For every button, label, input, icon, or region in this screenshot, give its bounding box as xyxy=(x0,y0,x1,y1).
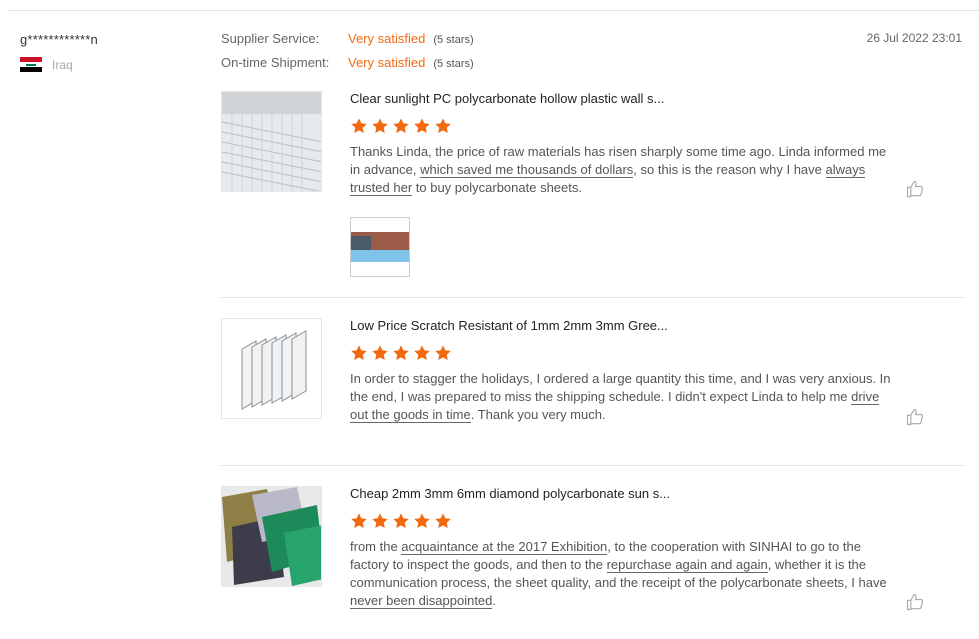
rating-value: Very satisfied xyxy=(348,55,426,70)
star-icon xyxy=(414,513,430,529)
star-icon xyxy=(393,345,409,361)
review-text-part: In order to stagger the holidays, I orde… xyxy=(350,371,891,404)
review-content: Low Price Scratch Resistant of 1mm 2mm 3… xyxy=(350,318,895,424)
ratings-summary: Supplier Service: Very satisfied (5 star… xyxy=(221,31,474,79)
thumbs-up-icon[interactable] xyxy=(905,179,925,199)
review-divider xyxy=(221,297,965,298)
star-icon xyxy=(351,513,367,529)
review-stars xyxy=(350,344,895,362)
rating-stars-text: (5 stars) xyxy=(433,34,474,46)
product-thumbnail[interactable] xyxy=(221,486,322,587)
country-name: Iraq xyxy=(52,57,73,72)
star-icon xyxy=(414,345,430,361)
rating-value: Very satisfied xyxy=(348,31,426,46)
rating-stars-text: (5 stars) xyxy=(433,58,474,70)
review-item: Cheap 2mm 3mm 6mm diamond polycarbonate … xyxy=(221,486,965,636)
review-text-part: from the xyxy=(350,539,402,554)
product-title-link[interactable]: Low Price Scratch Resistant of 1mm 2mm 3… xyxy=(350,318,895,338)
review-text: In order to stagger the holidays, I orde… xyxy=(350,370,895,424)
rating-row-on-time-shipment: On-time Shipment: Very satisfied (5 star… xyxy=(221,55,474,79)
review-text: Thanks Linda, the price of raw materials… xyxy=(350,143,895,197)
thumbs-up-icon[interactable] xyxy=(905,407,925,427)
review-highlight: never been disappointed xyxy=(350,593,493,609)
reviewer-info: g************n Iraq xyxy=(20,32,98,72)
star-icon xyxy=(372,345,388,361)
product-title-link[interactable]: Clear sunlight PC polycarbonate hollow p… xyxy=(350,91,895,111)
review-text-part: , so this is the reason why I have xyxy=(633,162,826,177)
star-icon xyxy=(372,118,388,134)
reviewer-country: Iraq xyxy=(20,57,98,72)
thumbs-up-icon[interactable] xyxy=(905,592,925,612)
review-photo[interactable] xyxy=(350,217,410,277)
review-item: Low Price Scratch Resistant of 1mm 2mm 3… xyxy=(221,318,965,448)
review-date: 26 Jul 2022 23:01 xyxy=(866,31,962,45)
star-icon xyxy=(393,513,409,529)
review-stars xyxy=(350,512,895,530)
review-content: Clear sunlight PC polycarbonate hollow p… xyxy=(350,91,895,197)
review-text-part: to buy polycarbonate sheets. xyxy=(412,180,582,195)
rating-label: On-time Shipment: xyxy=(221,55,330,70)
star-icon xyxy=(393,118,409,134)
product-title-link[interactable]: Cheap 2mm 3mm 6mm diamond polycarbonate … xyxy=(350,486,895,506)
rating-label: Supplier Service: xyxy=(221,31,320,46)
iraq-flag-icon xyxy=(20,57,42,72)
review-highlight: acquaintance at the 2017 Exhibition xyxy=(401,539,608,555)
star-icon xyxy=(435,118,451,134)
star-icon xyxy=(414,118,430,134)
top-divider xyxy=(8,10,979,11)
review-item: Clear sunlight PC polycarbonate hollow p… xyxy=(221,91,965,281)
star-icon xyxy=(435,345,451,361)
star-icon xyxy=(351,345,367,361)
product-thumbnail[interactable] xyxy=(221,318,322,419)
reviewer-name: g************n xyxy=(20,32,98,47)
product-thumbnail[interactable] xyxy=(221,91,322,192)
rating-row-supplier-service: Supplier Service: Very satisfied (5 star… xyxy=(221,31,474,55)
review-highlight: which saved me thousands of dollars xyxy=(420,162,634,178)
review-text: from the acquaintance at the 2017 Exhibi… xyxy=(350,538,895,610)
review-content: Cheap 2mm 3mm 6mm diamond polycarbonate … xyxy=(350,486,895,610)
review-text-part: . xyxy=(492,593,497,608)
review-text-part: . Thank you very much. xyxy=(470,407,606,422)
star-icon xyxy=(372,513,388,529)
review-highlight: repurchase again and again xyxy=(606,557,768,573)
star-icon xyxy=(435,513,451,529)
star-icon xyxy=(351,118,367,134)
review-stars xyxy=(350,117,895,135)
review-divider xyxy=(221,465,965,466)
